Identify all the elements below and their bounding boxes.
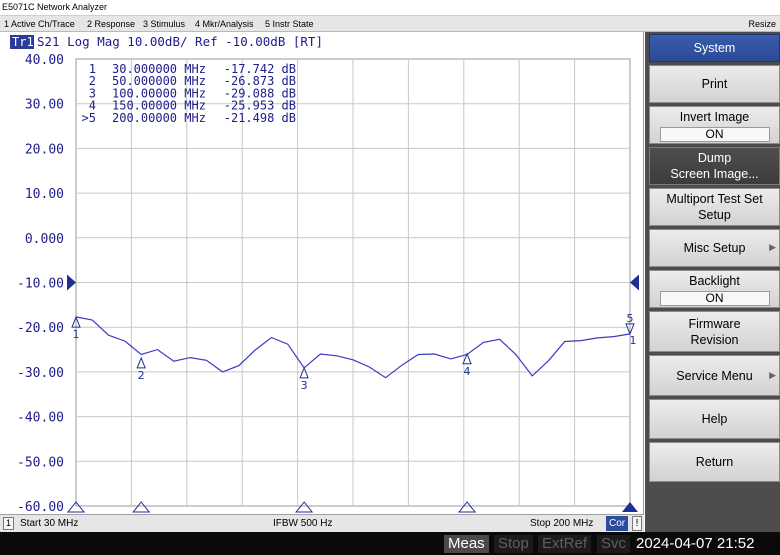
status-meas: Meas [444,535,489,553]
marker-number-label: 5 [627,312,634,325]
y-tick-label: -10.00 [17,277,64,292]
help-label: Help [701,412,728,426]
backlight-label: Backlight [689,273,740,288]
ifbw-setting[interactable]: IFBW 500 Hz [273,515,332,532]
correction-indicator: Cor [606,516,629,531]
marker-number-label: 1 [73,328,80,341]
dump-label-line1: Dump [697,151,732,165]
marker-number-label: 3 [301,379,308,392]
menu-mkr-analysis[interactable]: 4 Mkr/Analysis [195,16,254,32]
trace-id-label: Tr1 [12,35,34,49]
chart-grid [75,58,631,507]
y-tick-label: 20.00 [25,142,64,157]
window-title: E5071C Network Analyzer [2,2,108,12]
marker-readout-value: -21.498 dB [224,111,296,125]
y-tick-label: 0.000 [25,232,64,247]
chevron-right-icon: ▶ [769,369,776,380]
status-extref: ExtRef [538,535,592,553]
window-title-bar: E5071C Network Analyzer [0,0,780,15]
multiport-test-set-setup-button[interactable]: Multiport Test Set Setup [649,188,780,226]
status-stop: Stop [494,535,533,553]
y-tick-label: 10.00 [25,187,64,202]
y-tick-label: -40.00 [17,411,64,426]
menu-instr-state[interactable]: 5 Instr State [265,16,314,32]
help-button[interactable]: Help [649,399,780,439]
stimulus-marker-icon [132,501,151,513]
return-button[interactable]: Return [649,442,780,482]
dump-label-line2: Screen Image... [670,167,759,181]
marker-number-label: 2 [138,369,145,382]
backlight-button[interactable]: Backlight ON [649,270,780,308]
backlight-value: ON [659,290,770,306]
softkey-panel: System Print Invert Image ON Dump Screen… [645,32,780,532]
firmware-label-line2: Revision [690,332,739,347]
marker-layer: 1 2 3 4 5 1 [71,312,637,392]
marker-readout-table: 1 30.000000 MHz -17.742 dB2 50.000000 MHz -2… [82,62,296,125]
invert-image-label: Invert Image [679,109,750,124]
start-frequency[interactable]: Start 30 MHz [20,515,78,532]
y-axis-ticks: 40.00 30.00 20.00 10.00 0.000 -10.00 -20.00 -30… [17,53,64,514]
service-menu-button[interactable]: Service Menu ▶ [649,355,780,396]
multiport-label-line2: Setup [698,208,731,222]
menu-response[interactable]: 2 Response [87,16,135,32]
trace-chart: 40.00 30.00 20.00 10.00 0.000 -10.00 -20.00 -30… [10,34,639,514]
status-svc: Svc [597,535,631,553]
reference-level-right-icon [630,274,639,291]
stop-frequency[interactable]: Stop 200 MHz [530,515,593,532]
firmware-label-line1: Firmware [688,316,741,331]
y-tick-label: 30.00 [25,98,64,113]
invert-image-value: ON [659,126,770,142]
marker-readout-frequency: 200.00000 MHz [112,111,206,125]
y-tick-label: -60.00 [17,500,64,514]
y-tick-label: -30.00 [17,366,64,381]
alert-indicator: ! [632,516,642,531]
y-tick-label: -20.00 [17,321,64,336]
marker-number-label: 4 [464,365,471,378]
trace-header-text: S21 Log Mag 10.00dB/ Ref -10.00dB [RT] [37,34,323,49]
invert-image-button[interactable]: Invert Image ON [649,106,780,144]
return-label: Return [695,455,734,469]
dump-screen-image-button[interactable]: Dump Screen Image... [649,147,780,185]
channel-number[interactable]: 1 [3,517,14,530]
marker-icon [136,356,146,369]
softkey-title-label: System [693,41,736,55]
menu-active-ch-trace[interactable]: 1 Active Ch/Trace [4,16,75,32]
trace-header: Tr1 S21 Log Mag 10.00dB/ Ref -10.00dB [R… [10,34,323,49]
marker-icon [299,366,309,379]
y-tick-label: 40.00 [25,53,64,68]
reference-level-left-icon [67,274,76,291]
stimulus-marker-active-icon [622,502,638,512]
instrument-status-bar: Meas Stop ExtRef Svc 2024-04-07 21:52 [0,532,780,555]
channel-status-line: 1 Start 30 MHz IFBW 500 Hz Stop 200 MHz … [0,514,644,532]
service-menu-label: Service Menu [676,368,753,383]
marker-readout-number: >5 [82,111,96,125]
print-button[interactable]: Print [649,65,780,103]
misc-setup-label: Misc Setup [683,241,746,255]
firmware-revision-button[interactable]: Firmware Revision [649,311,780,352]
print-label: Print [701,77,728,91]
stimulus-marker-icon [295,501,314,513]
status-datetime: 2024-04-07 21:52 [636,535,755,552]
multiport-label-line1: Multiport Test Set [666,192,763,206]
softkey-title-system: System [649,34,780,62]
menu-bar: 1 Active Ch/Trace 2 Response 3 Stimulus … [0,15,780,32]
trace-chart-area[interactable]: 40.00 30.00 20.00 10.00 0.000 -10.00 -20.00 -30… [0,32,644,514]
misc-setup-button[interactable]: Misc Setup ▶ [649,229,780,267]
resize-button[interactable]: Resize [748,16,776,32]
menu-stimulus[interactable]: 3 Stimulus [143,16,185,32]
marker-number-label: 1 [630,334,637,347]
stimulus-marker-icon [458,501,477,513]
chevron-right-icon: ▶ [769,242,776,252]
y-tick-label: -50.00 [17,455,64,470]
